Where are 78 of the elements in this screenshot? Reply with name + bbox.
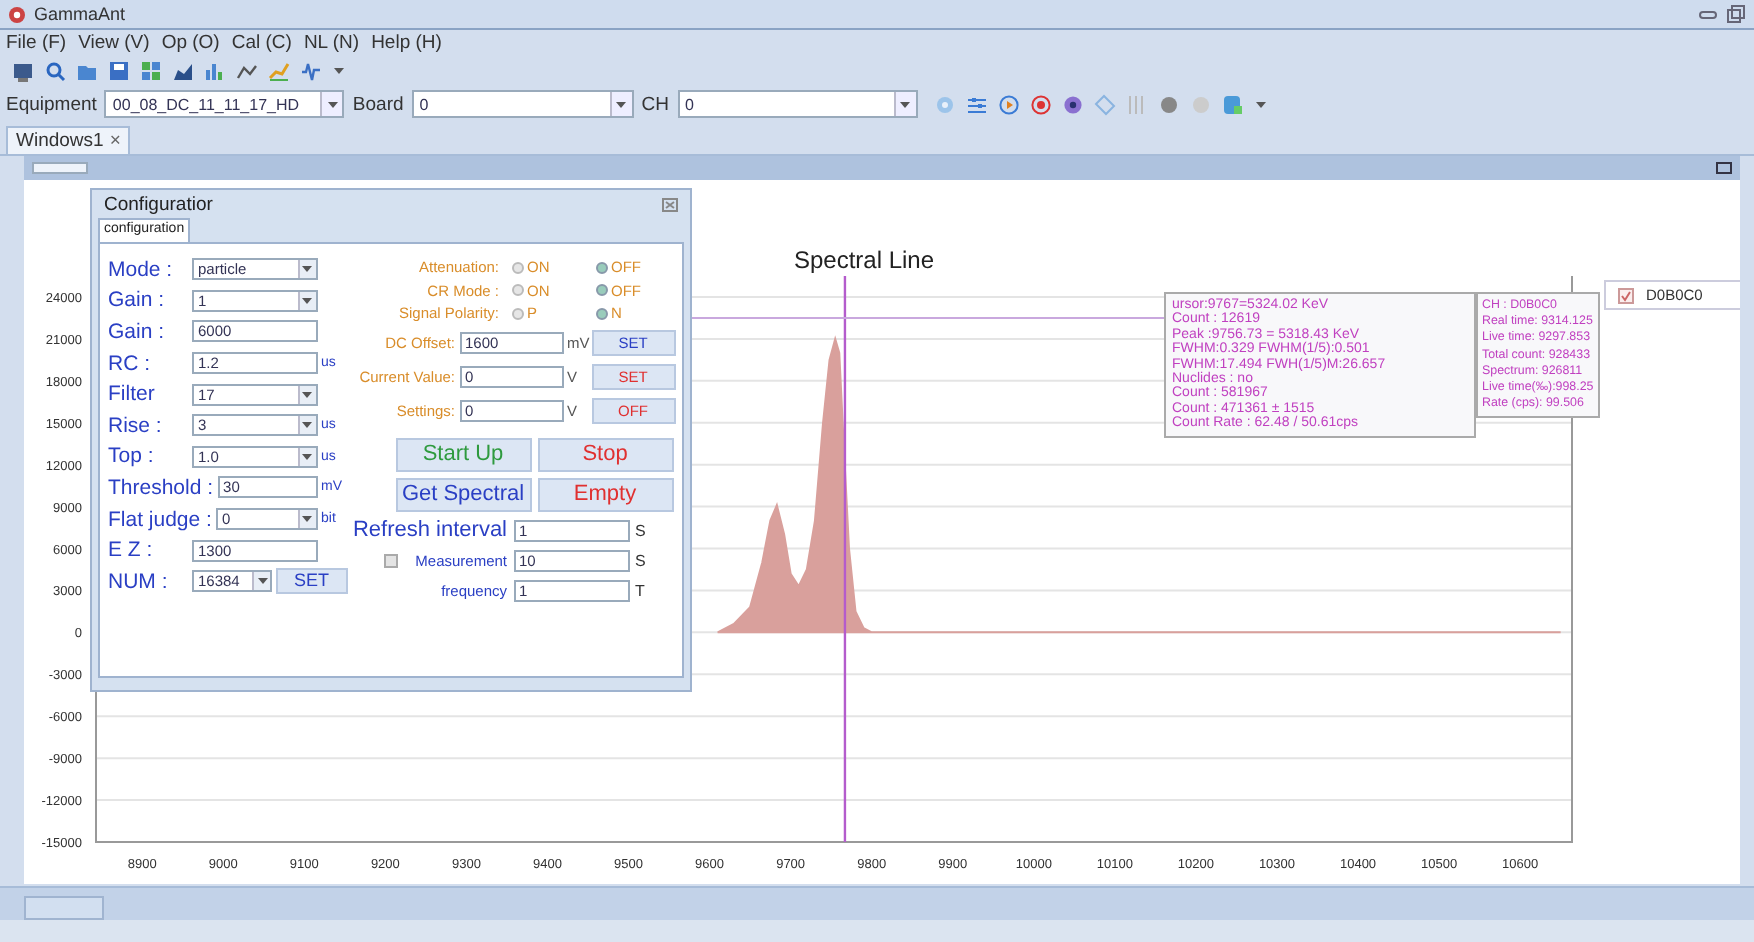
- line-chart-icon[interactable]: [236, 60, 258, 82]
- field-label: Threshold :: [108, 475, 214, 500]
- field-label: Mode :: [108, 257, 175, 282]
- unit-label: S: [635, 521, 648, 539]
- document-tab[interactable]: Windows1 ×: [6, 126, 131, 154]
- field-label: Flat judge :: [108, 507, 212, 532]
- checkbox[interactable]: [383, 553, 398, 567]
- field-label: Filter: [108, 382, 157, 407]
- caret-icon: [300, 514, 315, 525]
- caret-icon: [325, 99, 340, 109]
- folder-icon[interactable]: [76, 60, 98, 82]
- unit-label: S: [635, 551, 648, 569]
- field-label: Gain :: [108, 288, 167, 313]
- menu-item[interactable]: NL (N): [303, 32, 360, 54]
- sliders-icon[interactable]: [965, 93, 988, 115]
- restore-icon[interactable]: [1726, 4, 1746, 24]
- caret-icon[interactable]: [1253, 99, 1268, 109]
- field-label: RC :: [108, 351, 152, 376]
- radio-button[interactable]: [595, 284, 608, 297]
- caret-icon: [300, 295, 315, 306]
- record-icon[interactable]: [1029, 93, 1052, 115]
- caret-icon: [300, 389, 315, 400]
- field-label: E Z :: [108, 538, 155, 563]
- maximize-icon[interactable]: [1716, 162, 1732, 174]
- window-title: GammaAnt: [34, 4, 126, 24]
- monitor-icon[interactable]: [12, 60, 34, 82]
- field-label: Board: [352, 93, 404, 115]
- grid-icon[interactable]: [140, 60, 162, 82]
- bar-chart-icon[interactable]: [204, 60, 226, 82]
- dropdown-field[interactable]: 0: [411, 90, 634, 118]
- save-icon[interactable]: [108, 60, 130, 82]
- set-button[interactable]: SET: [276, 568, 348, 595]
- menu-item[interactable]: Cal (C): [231, 32, 292, 54]
- close-icon[interactable]: [662, 197, 678, 211]
- radio-button[interactable]: [511, 261, 524, 274]
- panel-tab-icon[interactable]: [32, 162, 88, 174]
- field-label: CH: [641, 93, 670, 115]
- caret-icon: [300, 451, 315, 462]
- check-icon: [1620, 289, 1632, 301]
- caret-icon: [300, 264, 315, 275]
- dropdown-field[interactable]: 0: [677, 90, 918, 118]
- radio-button[interactable]: [595, 307, 608, 320]
- menu-item[interactable]: View (V): [78, 32, 150, 54]
- dropdown-field[interactable]: 00_08_DC_11_11_17_HD: [104, 90, 345, 118]
- field-label: Rise :: [108, 413, 164, 438]
- field-label: Equipment: [6, 93, 97, 115]
- circle-icon[interactable]: [1157, 93, 1180, 115]
- play-icon[interactable]: [997, 93, 1020, 115]
- chart-title: Spectral Line: [793, 246, 935, 274]
- wave-icon[interactable]: [300, 60, 322, 82]
- caret-icon: [614, 99, 629, 109]
- get-spectral-button[interactable]: Get Spectral: [395, 477, 532, 511]
- field-label: Gain :: [108, 319, 167, 344]
- area-chart-icon[interactable]: [172, 60, 194, 82]
- empty-button[interactable]: Empty: [537, 477, 674, 511]
- radio-button[interactable]: [511, 307, 524, 320]
- caret-icon: [300, 420, 315, 431]
- caret-icon: [898, 99, 913, 109]
- menu-item[interactable]: Help (H): [371, 32, 442, 54]
- target-icon[interactable]: [1061, 93, 1084, 115]
- search-icon[interactable]: [44, 60, 66, 82]
- radio-button[interactable]: [511, 284, 524, 297]
- field-label: Top :: [108, 444, 156, 469]
- app-logo-icon: [8, 5, 26, 23]
- field-label: NUM :: [108, 569, 170, 594]
- minimize-icon[interactable]: [1698, 6, 1718, 22]
- caret-icon: [255, 576, 269, 587]
- caret-icon[interactable]: [332, 66, 346, 76]
- panel-title: Configuratior: [104, 193, 215, 215]
- stop-button[interactable]: Stop: [537, 437, 674, 471]
- legend-checkbox[interactable]: [1618, 287, 1634, 303]
- radio-button[interactable]: [595, 261, 608, 274]
- menu-item[interactable]: File (F): [6, 32, 67, 54]
- unit-label: T: [635, 581, 647, 599]
- status-tab-icon[interactable]: [24, 896, 104, 920]
- field-label: Refresh interval: [352, 518, 508, 542]
- tab-close-button[interactable]: ×: [109, 130, 121, 152]
- menu-item[interactable]: Op (O): [161, 32, 220, 54]
